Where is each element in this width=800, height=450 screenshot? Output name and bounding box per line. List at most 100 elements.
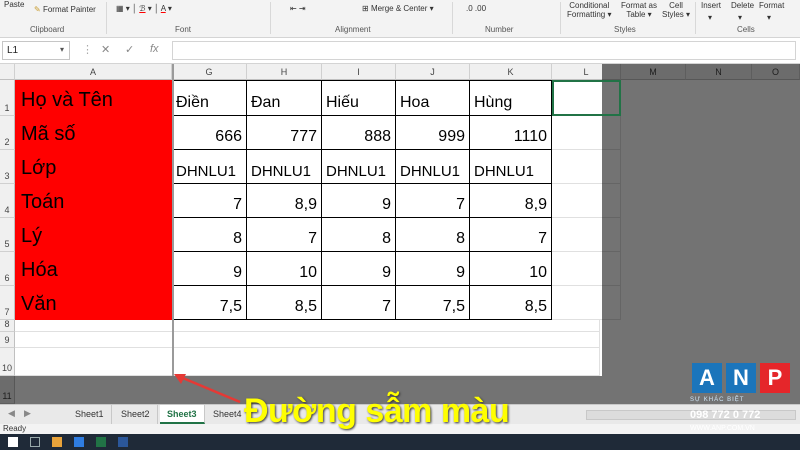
indent-icons[interactable]: ⇤ ⇥ <box>290 4 306 13</box>
cancel-icon[interactable]: ✕ <box>101 43 110 56</box>
column-header[interactable]: G <box>172 64 247 80</box>
data-cell[interactable]: 7,5 <box>172 286 247 320</box>
font-color-icon[interactable]: ▦ ▾ │ ℬ ▾ │ A ▾ <box>116 4 172 13</box>
empty-row[interactable] <box>15 320 600 332</box>
chevron-right-icon[interactable]: ▶ <box>24 408 31 419</box>
data-cell[interactable]: DHNLU1 <box>396 150 470 184</box>
chevron-down-icon[interactable]: ▾ <box>60 45 64 54</box>
data-cell[interactable]: DHNLU1 <box>470 150 552 184</box>
data-cell[interactable]: 8,5 <box>470 286 552 320</box>
data-cell[interactable]: 8 <box>322 218 396 252</box>
insert-dropdown-icon[interactable]: ▾ <box>708 13 712 22</box>
data-cell[interactable]: 7 <box>322 286 396 320</box>
row-label-cell[interactable]: Họ và Tên <box>15 80 172 116</box>
excel-app-icon[interactable] <box>96 437 106 447</box>
font-controls[interactable]: ▦ ▾ │ ℬ ▾ │ A ▾ <box>116 4 172 13</box>
data-cell[interactable]: 9 <box>322 252 396 286</box>
data-cell[interactable]: 8 <box>396 218 470 252</box>
insert-function-icon[interactable]: fx <box>150 43 159 55</box>
data-cell[interactable]: 7 <box>247 218 322 252</box>
data-cell[interactable]: 8 <box>172 218 247 252</box>
data-cell[interactable]: Hiếu <box>322 80 396 116</box>
data-cell[interactable]: DHNLU1 <box>172 150 247 184</box>
row-label-cell[interactable]: Lý <box>15 218 172 252</box>
column-header[interactable]: A <box>15 64 172 80</box>
data-cell[interactable]: 9 <box>396 252 470 286</box>
data-cell[interactable]: Hùng <box>470 80 552 116</box>
row-label-cell[interactable]: Hóa <box>15 252 172 286</box>
format-painter-button[interactable]: ✎ Format Painter <box>34 5 96 14</box>
data-cell[interactable]: 777 <box>247 116 322 150</box>
delete-dropdown-icon[interactable]: ▾ <box>738 13 742 22</box>
row-header[interactable]: 9 <box>0 332 15 348</box>
column-header[interactable]: H <box>247 64 322 80</box>
row-header[interactable]: 1 <box>0 80 15 116</box>
data-cell[interactable]: 10 <box>247 252 322 286</box>
cell-styles-button[interactable]: Cell Styles ▾ <box>662 1 690 19</box>
column-header[interactable]: J <box>396 64 470 80</box>
format-as-table-button[interactable]: Format as Table ▾ <box>621 1 657 19</box>
format-dropdown-icon[interactable]: ▾ <box>767 13 771 22</box>
data-cell[interactable]: 888 <box>322 116 396 150</box>
row-label-cell[interactable]: Lớp <box>15 150 172 184</box>
row-header[interactable]: 8 <box>0 319 15 332</box>
dark-split-line[interactable] <box>172 64 174 376</box>
font-group-label: Font <box>175 25 192 34</box>
data-cell[interactable]: 666 <box>172 116 247 150</box>
number-format-icons[interactable]: .0 .00 <box>466 4 486 13</box>
data-cell[interactable]: 1110 <box>470 116 552 150</box>
merge-center-button[interactable]: ⊞ Merge & Center ▾ <box>362 4 434 13</box>
row-header[interactable]: 10 <box>0 348 15 376</box>
sheet-tab[interactable]: Sheet1 <box>68 405 112 424</box>
row-header[interactable]: 6 <box>0 252 15 286</box>
data-cell[interactable]: 8,9 <box>247 184 322 218</box>
format-button[interactable]: Format <box>759 1 784 10</box>
data-cell[interactable]: 9 <box>172 252 247 286</box>
conditional-formatting-button[interactable]: Conditional Formatting ▾ <box>567 1 611 19</box>
data-cell[interactable]: 9 <box>322 184 396 218</box>
paste-button[interactable]: Paste <box>4 0 24 9</box>
word-app-icon[interactable] <box>118 437 128 447</box>
confirm-icon[interactable]: ✓ <box>125 43 134 56</box>
data-cell[interactable]: Hoa <box>396 80 470 116</box>
chevron-left-icon[interactable]: ◀ <box>8 408 15 419</box>
row-label-cell[interactable]: Văn <box>15 286 172 320</box>
selected-cell[interactable] <box>552 80 621 116</box>
row-header[interactable]: 7 <box>0 286 15 320</box>
empty-row[interactable] <box>15 332 600 348</box>
row-header[interactable]: 3 <box>0 150 15 184</box>
row-header[interactable]: 2 <box>0 116 15 150</box>
data-cell[interactable]: 8,9 <box>470 184 552 218</box>
empty-row[interactable] <box>15 348 600 376</box>
row-label-cell[interactable]: Mã số <box>15 116 172 150</box>
column-header[interactable]: K <box>470 64 552 80</box>
insert-button[interactable]: Insert <box>701 1 721 10</box>
data-cell[interactable]: 10 <box>470 252 552 286</box>
row-header[interactable]: 5 <box>0 218 15 252</box>
more-icon: ⋮ <box>82 44 93 56</box>
data-cell[interactable]: 7 <box>396 184 470 218</box>
data-cell[interactable]: 999 <box>396 116 470 150</box>
logo-subtitle: SỰ KHÁC BIỆT <box>690 397 745 403</box>
search-icon[interactable] <box>30 437 40 447</box>
formula-input[interactable] <box>172 41 796 60</box>
file-explorer-icon[interactable] <box>52 437 62 447</box>
column-header[interactable]: I <box>322 64 396 80</box>
data-cell[interactable]: DHNLU1 <box>247 150 322 184</box>
data-cell[interactable]: 7,5 <box>396 286 470 320</box>
select-all-corner[interactable] <box>0 64 15 80</box>
row-label-cell[interactable]: Toán <box>15 184 172 218</box>
windows-start-icon[interactable] <box>8 437 18 447</box>
data-cell[interactable]: 7 <box>470 218 552 252</box>
data-cell[interactable]: Điền <box>172 80 247 116</box>
data-cell[interactable]: DHNLU1 <box>322 150 396 184</box>
delete-button[interactable]: Delete <box>731 1 754 10</box>
data-cell[interactable]: 8,5 <box>247 286 322 320</box>
sheet-tab[interactable]: Sheet2 <box>114 405 158 424</box>
data-cell[interactable]: 7 <box>172 184 247 218</box>
row-header[interactable]: 4 <box>0 184 15 218</box>
dimmed-area <box>602 64 800 404</box>
browser-icon[interactable] <box>74 437 84 447</box>
annotation-caption: Đường sẫm màu <box>244 392 510 430</box>
data-cell[interactable]: Đan <box>247 80 322 116</box>
